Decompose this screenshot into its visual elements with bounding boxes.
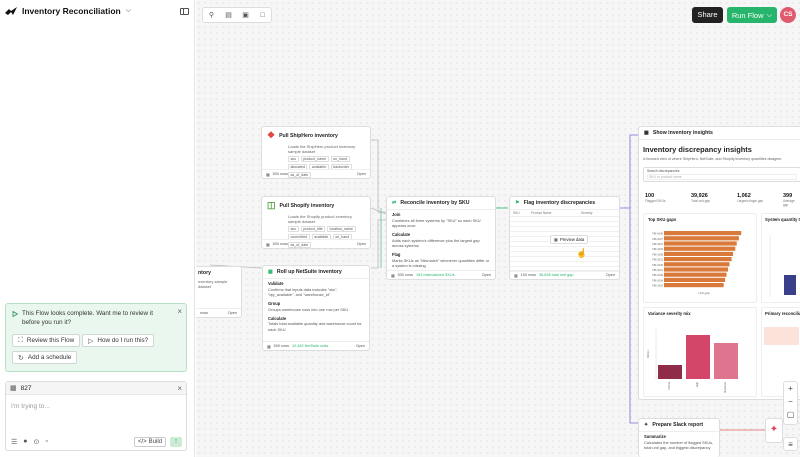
bar [658, 365, 682, 379]
y-axis-label: SKUs [646, 350, 650, 358]
chevron-down-icon: ⌵ [766, 10, 773, 19]
open-button[interactable]: Open [357, 242, 366, 246]
table-icon: ▦ [267, 344, 271, 349]
tick-label: FBI-1040 [652, 232, 663, 236]
field-tag: sku [288, 156, 299, 163]
slack-logo-icon: ✦ [644, 422, 649, 428]
flag-icon: ⚑ [515, 200, 520, 206]
table-icon: ▦ [266, 242, 270, 247]
field-tag: location_name [327, 226, 356, 233]
tick-label: Critical [667, 382, 671, 390]
open-button[interactable]: Open [356, 344, 365, 348]
severity-mix-chart: Critical High Moderate SKUs [646, 329, 738, 393]
dashboard-icon: ▦ [644, 130, 649, 136]
x-axis-label: Unit gap [698, 291, 710, 295]
open-button[interactable]: Open [357, 172, 366, 176]
tick-label: FBI-1004 [652, 278, 663, 282]
field-tag: product_name [300, 156, 329, 163]
hand-cursor-icon: ☝ [576, 248, 588, 258]
bar [664, 251, 734, 256]
discrepancy-search[interactable]: Search discrepancies SKU or product name [643, 167, 800, 182]
tick-label: FBI-1015 [652, 242, 663, 246]
search-icon[interactable]: ⚲ [203, 11, 220, 19]
bar [664, 241, 737, 246]
tick-label: FBI-1027 [652, 237, 663, 241]
tick-label: Moderate [723, 381, 727, 393]
tick-label: FBI-1021 [652, 258, 663, 262]
zoom-out-icon[interactable]: − [784, 395, 797, 408]
preview-data-button[interactable]: ▦ Preview data [550, 235, 589, 244]
insights-heading: Inventory discrepancy insights [643, 145, 752, 154]
canvas-toolbar: ⚲ ▤ ▣ □ [202, 7, 272, 23]
grid-icon: ▦ [268, 269, 273, 275]
severity-mix-card: Variance severity mix Critical High Modera… [643, 307, 757, 397]
tick-label: FBI-1018 [652, 284, 663, 288]
kpi-total-gap: 39,926 Total unit gap [691, 193, 710, 203]
tick-label: FBI-1008 [652, 252, 663, 256]
kpi-average-gap: 399 Average gap [783, 193, 795, 207]
node-reconcile[interactable]: ⇌ Reconcile inventory by SKU Join Combines… [386, 196, 496, 280]
field-tag: sku [288, 226, 299, 233]
bar [664, 283, 724, 288]
layout-icon[interactable]: ≡ [783, 437, 798, 451]
node-shopify[interactable]: ◫ Pull Shopify inventory Loads the Shopif… [261, 196, 371, 249]
database-icon[interactable]: ▤ [220, 11, 237, 19]
top-sku-gaps-chart: FBI-1040FBI-1027FBI-1015FBI-1033FBI-1008… [652, 231, 742, 295]
system-totals-chart [769, 235, 796, 297]
bar [664, 246, 736, 251]
open-button[interactable]: Open [228, 311, 237, 315]
bar [664, 231, 742, 236]
preview-table[interactable] [510, 217, 619, 272]
share-button[interactable]: Share [692, 7, 723, 23]
merge-icon: ⇌ [392, 200, 397, 206]
run-flow-button[interactable]: Run Flow ⌵ [727, 7, 777, 23]
tick-label: FBI-1039 [652, 273, 663, 277]
field-tag: on_hand [330, 156, 350, 163]
bar [664, 262, 730, 267]
node-netsuite[interactable]: ▦ Roll up NetSuite inventory Validate Conf… [262, 265, 370, 351]
tick-label: FBI-1012 [652, 268, 663, 272]
bar [664, 277, 726, 282]
bar [664, 236, 739, 241]
node-shiphero[interactable]: ❖ Pull ShipHero inventory Loads the ShipH… [261, 126, 371, 179]
bar [714, 343, 738, 379]
field-tag: product_title [300, 226, 326, 233]
table-icon: ▦ [391, 273, 395, 278]
note-icon[interactable]: □ [254, 12, 271, 19]
app: Inventory Reconciliation ⌵ This Flow loo… [0, 0, 800, 457]
table-icon: ▦ [514, 273, 518, 278]
slack-logo-icon: ✦ [769, 424, 779, 435]
shiphero-logo-icon: ❖ [267, 130, 276, 140]
node-slack-send[interactable]: ✦ [765, 418, 783, 443]
table-icon: ▦ [554, 237, 558, 242]
node-partial[interactable]: ntory nventory sample dataset rows Open [196, 266, 242, 318]
top-sku-gaps-card: Top SKU gaps FBI-1040 FBI-1027 FBI-1015 FBI… [643, 213, 757, 303]
bar [686, 335, 710, 379]
bar [664, 267, 728, 272]
fit-view-icon[interactable]: ▢ [784, 408, 797, 421]
bar [664, 272, 727, 277]
kpi-largest-gap: 1,062 Largest single gap [737, 193, 764, 203]
kpi-flagged: 100 Flagged SKUs [645, 193, 666, 203]
table-icon: ▦ [266, 172, 270, 177]
netsuite-units: 10,482 NetSuite units [292, 344, 329, 348]
tick-label: FBI-1033 [652, 247, 663, 251]
tick-label: High [695, 381, 699, 387]
shopify-logo-icon: ◫ [267, 200, 276, 210]
user-avatar[interactable]: CS [780, 7, 796, 23]
zoom-in-icon[interactable]: + [784, 382, 797, 395]
system-totals-card: System quantity totals [761, 213, 800, 303]
tick-label: FBI-1046 [652, 263, 663, 267]
open-button[interactable]: Open [606, 273, 615, 277]
zoom-controls: + − ▢ [783, 381, 798, 425]
bar [664, 257, 732, 262]
node-flag[interactable]: ⚑ Flag inventory discrepancies SKU Product… [509, 196, 620, 280]
open-button[interactable]: Open [482, 273, 491, 277]
briefcase-icon[interactable]: ▣ [237, 11, 254, 19]
node-insights[interactable]: ▦ Show inventory insights Inventory discr… [638, 126, 800, 400]
node-slack[interactable]: ✦ Prepare Slack report Summarize Calculate… [638, 418, 720, 457]
